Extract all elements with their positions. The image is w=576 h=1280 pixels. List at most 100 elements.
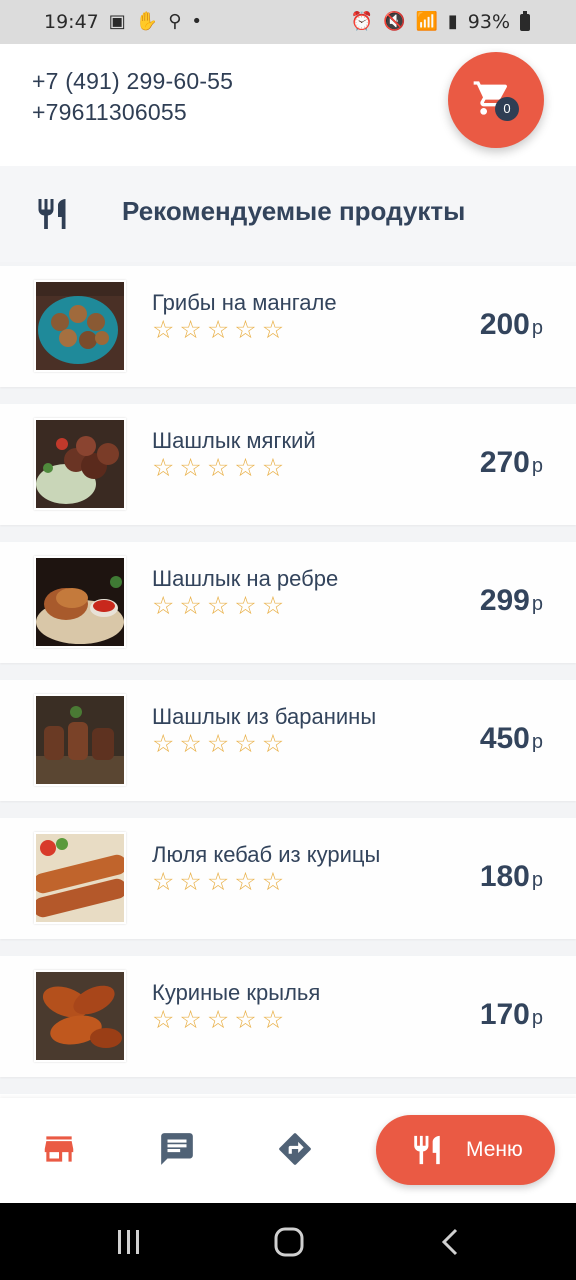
product-price: 200 р — [480, 308, 543, 342]
recent-apps-icon[interactable] — [114, 1227, 144, 1257]
star-icon[interactable]: ☆ — [234, 732, 256, 757]
product-name: Грибы на мангале — [152, 290, 337, 315]
phone-numbers: +7 (491) 299-60-55 +79611306055 — [32, 66, 233, 128]
rating-stars[interactable]: ☆ ☆ ☆ ☆ ☆ — [152, 318, 284, 343]
fork-knife-icon — [38, 199, 66, 229]
home-icon[interactable] — [273, 1227, 305, 1257]
star-icon[interactable]: ☆ — [207, 456, 229, 481]
star-icon[interactable]: ☆ — [234, 456, 256, 481]
product-card[interactable]: Грибы на мангале ☆ ☆ ☆ ☆ ☆ 200 р — [0, 266, 576, 387]
product-card[interactable]: Шашлык мягкий ☆ ☆ ☆ ☆ ☆ 270 р — [0, 404, 576, 525]
status-bar: 19:47 ▣ ✋ ⚲ • ⏰ 🔇 📶 ▮ 93% — [0, 0, 576, 44]
star-icon[interactable]: ☆ — [152, 318, 174, 343]
rating-stars[interactable]: ☆ ☆ ☆ ☆ ☆ — [152, 870, 284, 895]
rating-stars[interactable]: ☆ ☆ ☆ ☆ ☆ — [152, 594, 284, 619]
header: +7 (491) 299-60-55 +79611306055 0 — [0, 44, 576, 166]
star-icon[interactable]: ☆ — [262, 732, 284, 757]
star-icon[interactable]: ☆ — [207, 870, 229, 895]
star-icon[interactable]: ☆ — [262, 594, 284, 619]
star-icon[interactable]: ☆ — [234, 318, 256, 343]
star-icon[interactable]: ☆ — [207, 318, 229, 343]
product-image — [34, 832, 126, 924]
star-icon[interactable]: ☆ — [207, 732, 229, 757]
battery-icon — [520, 10, 530, 31]
price-currency: р — [531, 455, 543, 477]
product-image — [34, 694, 126, 786]
star-icon[interactable]: ☆ — [234, 1008, 256, 1033]
product-price: 170 р — [480, 998, 543, 1032]
star-icon[interactable]: ☆ — [152, 870, 174, 895]
star-icon[interactable]: ☆ — [179, 732, 201, 757]
menu-button[interactable]: Меню — [376, 1115, 555, 1185]
star-icon[interactable]: ☆ — [152, 594, 174, 619]
product-card[interactable]: Шашлык из баранины ☆ ☆ ☆ ☆ ☆ 450 р — [0, 680, 576, 801]
star-icon[interactable]: ☆ — [179, 870, 201, 895]
star-icon[interactable]: ☆ — [179, 1008, 201, 1033]
phone-number-2[interactable]: +79611306055 — [32, 97, 233, 128]
cart-button[interactable]: 0 — [448, 52, 544, 148]
directions-icon[interactable] — [276, 1130, 314, 1168]
product-card[interactable]: Люля кебаб из курицы ☆ ☆ ☆ ☆ ☆ 180 р — [0, 818, 576, 939]
price-currency: р — [531, 317, 543, 339]
star-icon[interactable]: ☆ — [179, 594, 201, 619]
star-icon[interactable]: ☆ — [179, 456, 201, 481]
star-icon[interactable]: ☆ — [152, 732, 174, 757]
signal-icon: ▮ — [447, 11, 458, 32]
price-currency: р — [531, 1007, 543, 1029]
store-icon[interactable] — [40, 1130, 78, 1168]
section-title: Рекомендуемые продукты — [122, 196, 466, 226]
product-price: 450 р — [480, 722, 543, 756]
gallery-icon: ▣ — [108, 11, 126, 32]
product-card[interactable]: Куриные крылья ☆ ☆ ☆ ☆ ☆ 170 р — [0, 956, 576, 1077]
back-icon[interactable] — [438, 1227, 462, 1257]
hand-icon: ✋ — [135, 11, 159, 32]
product-image — [34, 970, 126, 1062]
price-value: 180 — [479, 860, 530, 893]
star-icon[interactable]: ☆ — [207, 594, 229, 619]
price-currency: р — [531, 869, 543, 891]
price-currency: р — [531, 731, 543, 753]
rating-stars[interactable]: ☆ ☆ ☆ ☆ ☆ — [152, 456, 284, 481]
section-header: Рекомендуемые продукты — [0, 166, 576, 262]
star-icon[interactable]: ☆ — [234, 594, 256, 619]
cart-count-badge: 0 — [495, 97, 519, 121]
star-icon[interactable]: ☆ — [152, 1008, 174, 1033]
product-price: 270 р — [480, 446, 543, 480]
product-price: 180 р — [480, 860, 543, 894]
star-icon[interactable]: ☆ — [262, 318, 284, 343]
price-value: 270 — [479, 446, 530, 479]
battery-percent: 93% — [467, 11, 510, 33]
rating-stars[interactable]: ☆ ☆ ☆ ☆ ☆ — [152, 732, 284, 757]
fork-knife-icon — [414, 1135, 440, 1165]
star-icon[interactable]: ☆ — [234, 870, 256, 895]
star-icon[interactable]: ☆ — [179, 318, 201, 343]
price-value: 170 — [479, 998, 530, 1031]
star-icon[interactable]: ☆ — [207, 1008, 229, 1033]
phone-number-1[interactable]: +7 (491) 299-60-55 — [32, 66, 233, 97]
star-icon[interactable]: ☆ — [152, 456, 174, 481]
mute-icon: 🔇 — [383, 11, 406, 32]
product-name: Люля кебаб из курицы — [152, 842, 381, 867]
status-time: 19:47 — [44, 11, 99, 33]
status-left: 19:47 ▣ ✋ ⚲ • — [44, 11, 202, 33]
product-image — [34, 556, 126, 648]
product-card[interactable]: Шашлык на ребре ☆ ☆ ☆ ☆ ☆ 299 р — [0, 542, 576, 663]
dot-icon: • — [191, 11, 203, 32]
alarm-icon: ⏰ — [350, 11, 374, 32]
status-right: ⏰ 🔇 📶 ▮ 93% — [350, 10, 530, 33]
price-currency: р — [531, 593, 543, 615]
product-image — [34, 280, 126, 372]
product-image — [34, 418, 126, 510]
price-value: 200 — [479, 308, 530, 341]
chat-icon[interactable] — [158, 1130, 196, 1168]
menu-button-label: Меню — [466, 1138, 523, 1161]
star-icon[interactable]: ☆ — [262, 456, 284, 481]
product-name: Куриные крылья — [152, 980, 321, 1005]
star-icon[interactable]: ☆ — [262, 1008, 284, 1033]
product-name: Шашлык из баранины — [152, 704, 377, 729]
product-name: Шашлык мягкий — [152, 428, 316, 453]
price-value: 299 — [479, 584, 530, 617]
rating-stars[interactable]: ☆ ☆ ☆ ☆ ☆ — [152, 1008, 284, 1033]
star-icon[interactable]: ☆ — [262, 870, 284, 895]
bottom-navigation: Меню — [0, 1098, 576, 1203]
